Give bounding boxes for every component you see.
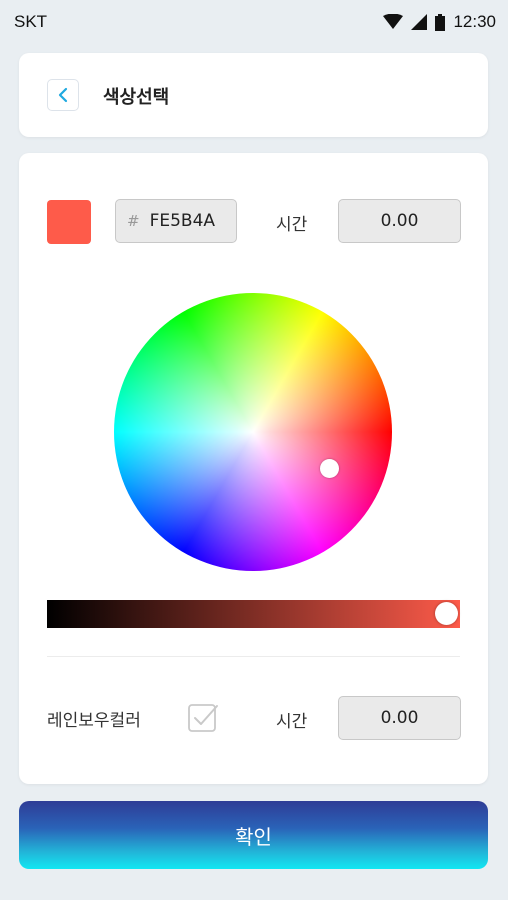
color-picker-card: # FE5B4A 시간 0.00 레인보우컬러 시간 0.00 [19,153,488,784]
hex-value: FE5B4A [149,211,216,231]
rainbow-time-label: 시간 [276,712,308,732]
brightness-slider[interactable] [47,600,460,628]
color-wheel[interactable] [114,293,392,571]
chevron-left-icon [58,87,68,103]
color-swatch [47,200,91,244]
rainbow-checkbox[interactable] [187,702,219,734]
back-button[interactable] [47,79,79,111]
page-title: 색상선택 [103,87,170,108]
divider [47,656,460,657]
rainbow-time-value: 0.00 [380,708,419,728]
confirm-button[interactable]: 확인 [19,801,488,869]
color-wheel-handle[interactable] [320,459,339,478]
wifi-icon [383,14,404,29]
cell-signal-icon [411,14,428,30]
header-card: 색상선택 [19,53,488,137]
rainbow-color-label: 레인보우컬러 [47,711,141,731]
hex-input[interactable]: # FE5B4A [115,199,237,243]
status-icons: 12:30 [383,12,496,32]
brightness-slider-handle[interactable] [435,602,458,625]
clock: 12:30 [453,12,496,31]
rainbow-time-input[interactable]: 0.00 [338,696,461,740]
status-bar: SKT 12:30 [0,0,508,44]
battery-icon [435,13,446,31]
time-label: 시간 [276,215,308,235]
time-value: 0.00 [380,211,419,231]
hex-prefix: # [127,212,140,230]
carrier-label: SKT [14,12,48,31]
time-input[interactable]: 0.00 [338,199,461,243]
